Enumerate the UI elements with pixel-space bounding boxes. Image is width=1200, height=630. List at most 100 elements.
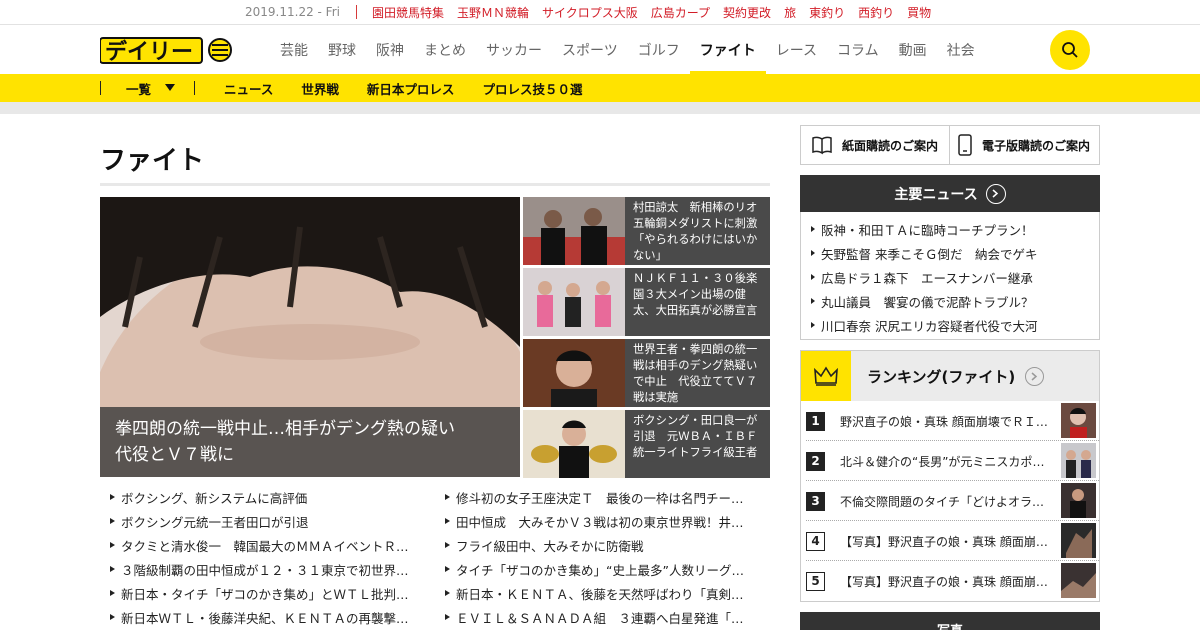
main-nav: 芸能 野球 阪神 まとめ サッカー スポーツ ゴルフ ファイト レース コラム …	[280, 25, 995, 75]
nav-item[interactable]: レース	[776, 25, 817, 74]
dropdown-arrow-icon[interactable]	[165, 84, 176, 92]
list-item[interactable]: ボクシング元統一王者田口が引退	[110, 509, 422, 533]
article-list-right: 修斗初の女子王座決定Ｔ 最後の一枠は名門チー… 田中恒成 大みそかＶ３戦は初の東…	[445, 485, 760, 629]
main-news-item[interactable]: 阪神・和田ＴＡに臨時コーチプラン！	[811, 217, 1099, 241]
search-button[interactable]	[1050, 30, 1090, 70]
top-link[interactable]: 東釣り	[809, 4, 845, 21]
site-header: デイリー 芸能 野球 阪神 まとめ サッカー スポーツ ゴルフ ファイト レース…	[0, 25, 1200, 75]
nav-item[interactable]: スポーツ	[562, 25, 618, 74]
ranking-item[interactable]: 3 不倫交際問題のタイチ「どけよオラ！」	[801, 481, 1099, 521]
rank-title: 野沢直子の娘・真珠 顔面崩壊でＲＩ…	[840, 414, 1048, 429]
crown-icon	[801, 351, 851, 401]
chevron-right-icon	[985, 183, 1006, 204]
top-link[interactable]: 玉野ＭＮ競輪	[457, 4, 529, 21]
ranking-title: ランキング(ファイト)	[867, 367, 1016, 386]
rank-thumb	[1061, 483, 1096, 518]
subnav-item[interactable]: プロレス技５０選	[482, 79, 582, 98]
top-link[interactable]: 園田競馬特集	[372, 4, 444, 21]
subnav-item[interactable]: ニュース	[224, 79, 273, 98]
top-link[interactable]: 広島カープ	[651, 4, 710, 21]
article-list-left: ボクシング、新システムに高評価 ボクシング元統一王者田口が引退 タクミと清水俊一…	[110, 485, 422, 629]
list-item[interactable]: 新日本・タイチ「ザコのかき集め」とＷＴＬ批判…	[110, 581, 422, 605]
main-news-header[interactable]: 主要ニュース	[800, 175, 1100, 212]
top-link[interactable]: サイクロプス大阪	[542, 4, 638, 21]
subnav-item[interactable]: 新日本プロレス	[367, 79, 455, 98]
search-icon	[1062, 42, 1078, 58]
top-link[interactable]: 買物	[907, 4, 931, 21]
article-thumb	[523, 339, 625, 407]
list-item[interactable]: タイチ「ザコのかき集め」“史上最多”人数リーグ…	[445, 557, 760, 581]
main-news-title: 主要ニュース	[894, 186, 978, 203]
list-item[interactable]: 新日本・ＫＥＮＴＡ、後藤を天然呼ばわり「真剣…	[445, 581, 760, 605]
ranking-item[interactable]: 1 野沢直子の娘・真珠 顔面崩壊でＲＩ…	[801, 401, 1099, 441]
rank-number: 2	[806, 451, 825, 471]
article-thumb	[523, 410, 625, 478]
list-item[interactable]: 修斗初の女子王座決定Ｔ 最後の一枠は名門チー…	[445, 485, 760, 509]
divider	[194, 81, 196, 95]
rank-thumb	[1061, 403, 1096, 438]
nav-item[interactable]: 社会	[947, 25, 975, 74]
side-article[interactable]: ＮＪＫＦ１１・３０後楽園３大メイン出場の健太、大田拓真が必勝宣言	[523, 268, 770, 336]
top-bar: 2019.11.22 - Fri 園田競馬特集 玉野ＭＮ競輪 サイクロプス大阪 …	[0, 0, 1200, 25]
rank-number: 5	[806, 571, 825, 591]
rank-title: 【写真】野沢直子の娘・真珠 顔面崩…	[840, 534, 1048, 549]
ranking-item[interactable]: 2 北斗＆健介の“長男”が元ミニスカポリ…	[801, 441, 1099, 481]
photo-header[interactable]: 写真	[800, 612, 1100, 630]
rank-number: 3	[806, 491, 825, 511]
nav-item[interactable]: 芸能	[280, 25, 308, 74]
subnav-item[interactable]: 世界戦	[301, 79, 339, 98]
nav-item[interactable]: 阪神	[376, 25, 404, 74]
top-link[interactable]: 旅	[784, 4, 796, 21]
ranking-header[interactable]: ランキング(ファイト)	[801, 351, 1099, 401]
list-item[interactable]: 新日本ＷＴＬ・後藤洋央紀、ＫＥＮＴＡの再襲撃…	[110, 605, 422, 629]
divider	[100, 81, 101, 95]
main-news-item[interactable]: 川口春奈 沢尻エリカ容疑者代役で大河	[811, 313, 1099, 337]
rank-title: 不倫交際問題のタイチ「どけよオラ！」	[840, 494, 1050, 509]
ranking-item[interactable]: 4 【写真】野沢直子の娘・真珠 顔面崩…	[801, 521, 1099, 561]
list-item[interactable]: ボクシング、新システムに高評価	[110, 485, 422, 509]
digital-subscription-label: 電子版購読のご案内	[982, 138, 1091, 153]
nav-item[interactable]: ゴルフ	[638, 25, 680, 74]
list-item[interactable]: フライ級田中、大みそかに防衛戦	[445, 533, 760, 557]
logo-text: デイリー	[105, 39, 193, 65]
list-item[interactable]: タクミと清水俊一 韓国最大のＭＭＡイベントＲ…	[110, 533, 422, 557]
article-title: 世界王者・拳四朗の統一戦は相手のデング熱疑いで中止 代役立ててＶ７戦は実施	[633, 343, 758, 404]
nav-item[interactable]: サッカー	[486, 25, 542, 74]
side-article[interactable]: 世界王者・拳四朗の統一戦は相手のデング熱疑いで中止 代役立ててＶ７戦は実施	[523, 339, 770, 407]
rank-thumb	[1061, 443, 1096, 478]
list-item[interactable]: ３階級制覇の田中恒成が１２・３１東京で初世界…	[110, 557, 422, 581]
article-title: 村田諒太 新相棒のリオ五輪銅メダリストに刺激「やられるわけにはいかない」	[633, 201, 758, 262]
ranking-item[interactable]: 5 【写真】野沢直子の娘・真珠 顔面崩…	[801, 561, 1099, 601]
list-item[interactable]: ＥＶＩＬ＆ＳＡＮＡＤＡ組 ３連覇へ白星発進「…	[445, 605, 760, 629]
hero-article[interactable]: 拳四朗の統一戦中止…相手がデング熱の疑い 代役とＶ７戦に	[100, 197, 520, 477]
nav-item[interactable]: コラム	[837, 25, 879, 74]
main-news-item[interactable]: 矢野監督 来季こそＧ倒だ 納会でゲキ	[811, 241, 1099, 265]
digital-subscription-button[interactable]: 電子版購読のご案内	[949, 125, 1100, 165]
paper-subscription-button[interactable]: 紙面購読のご案内	[800, 125, 950, 165]
side-article[interactable]: ボクシング・田口良一が引退 元ＷＢＡ・ＩＢＦ統一ライトフライ級王者	[523, 410, 770, 478]
page-title: ファイト	[100, 146, 205, 176]
nav-item-active[interactable]: ファイト	[689, 25, 766, 75]
rank-thumb	[1061, 523, 1096, 558]
header-spacer	[0, 102, 1200, 114]
photo-title: 写真	[937, 620, 963, 630]
top-link[interactable]: 契約更改	[723, 4, 771, 21]
top-link[interactable]: 西釣り	[858, 4, 894, 21]
nav-item[interactable]: 野球	[328, 25, 356, 74]
nav-item[interactable]: まとめ	[424, 25, 466, 74]
rank-title: 北斗＆健介の“長男”が元ミニスカポリ…	[840, 454, 1050, 469]
rank-thumb	[1061, 563, 1096, 598]
nav-item[interactable]: 動画	[899, 25, 927, 74]
site-logo[interactable]: デイリー	[100, 35, 240, 65]
smartphone-icon	[958, 134, 972, 156]
article-title: ＮＪＫＦ１１・３０後楽園３大メイン出場の健太、大田拓真が必勝宣言	[633, 272, 758, 317]
list-item[interactable]: 田中恒成 大みそかＶ３戦は初の東京世界戦！井…	[445, 509, 760, 533]
hero-caption: 拳四朗の統一戦中止…相手がデング熱の疑い 代役とＶ７戦に	[100, 407, 520, 477]
main-news-list: 阪神・和田ＴＡに臨時コーチプラン！ 矢野監督 来季こそＧ倒だ 納会でゲキ 広島ド…	[800, 212, 1100, 340]
article-title: ボクシング・田口良一が引退 元ＷＢＡ・ＩＢＦ統一ライトフライ級王者	[633, 414, 758, 459]
paper-subscription-label: 紙面購読のご案内	[842, 138, 939, 153]
side-article[interactable]: 村田諒太 新相棒のリオ五輪銅メダリストに刺激「やられるわけにはいかない」	[523, 197, 770, 265]
dropdown-label[interactable]: 一覧	[126, 79, 151, 98]
main-news-item[interactable]: 広島ドラ１森下 エースナンバー継承	[811, 265, 1099, 289]
main-news-item[interactable]: 丸山議員 饗宴の儀で泥酔トラブル？	[811, 289, 1099, 313]
